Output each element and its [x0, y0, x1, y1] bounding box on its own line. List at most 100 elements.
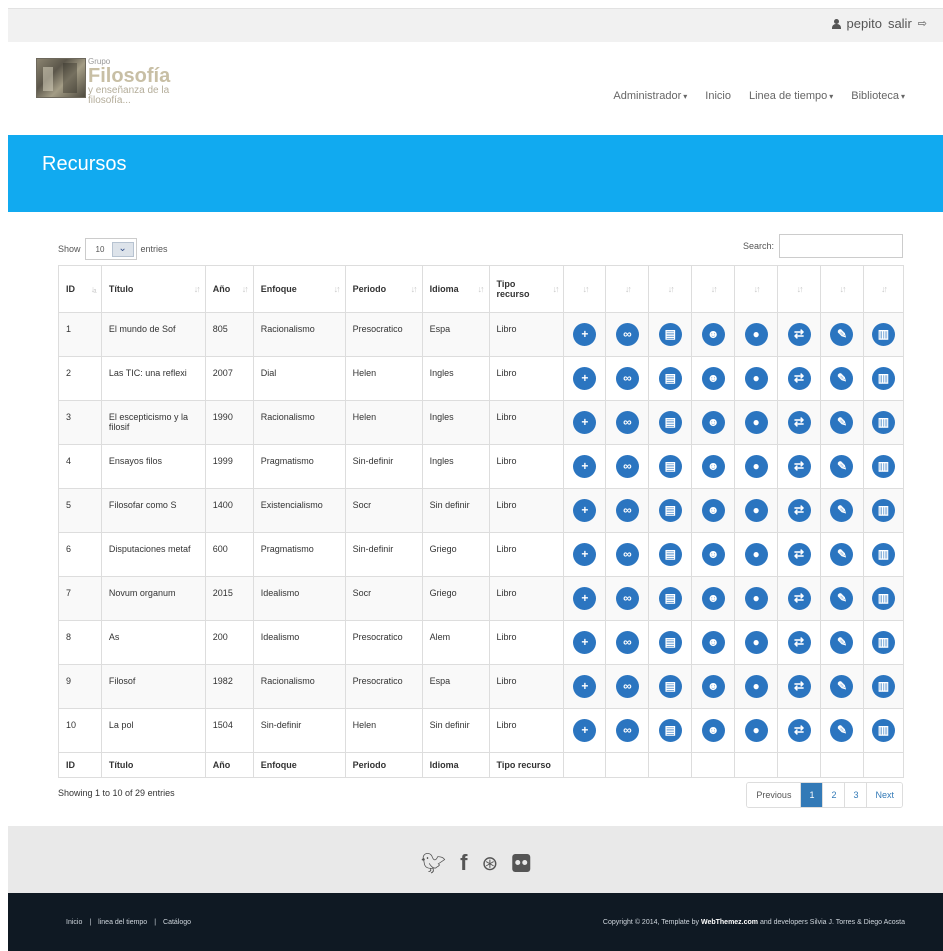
users-icon[interactable]: ☻ [701, 543, 725, 566]
column-header-enfoque[interactable]: Enfoque ↓↑ [252, 265, 346, 313]
book-icon[interactable]: ▤ [658, 323, 682, 346]
wrench-icon[interactable]: ✎ [830, 499, 854, 522]
exchange-icon[interactable]: ⇄ [787, 543, 811, 566]
users-icon[interactable]: ☻ [701, 411, 725, 434]
footer-link-linea[interactable]: linea del tiempo [98, 919, 147, 926]
page-3-button[interactable]: 3 [844, 783, 867, 807]
book-icon[interactable]: ▤ [658, 455, 682, 478]
book-icon[interactable]: ▤ [658, 587, 682, 610]
exchange-icon[interactable]: ⇄ [787, 367, 811, 390]
trash-icon[interactable]: ▥ [871, 675, 895, 698]
book-icon[interactable]: ▤ [658, 631, 682, 654]
plus-icon[interactable]: + [573, 499, 597, 522]
comment-icon[interactable]: ● [744, 631, 768, 654]
exchange-icon[interactable]: ⇄ [787, 631, 811, 654]
wrench-icon[interactable]: ✎ [830, 631, 854, 654]
exchange-icon[interactable]: ⇄ [787, 323, 811, 346]
users-icon[interactable]: ☻ [701, 631, 725, 654]
footer-link-catalogo[interactable]: Catálogo [163, 919, 191, 926]
exchange-icon[interactable]: ⇄ [787, 719, 811, 742]
users-icon[interactable]: ☻ [701, 587, 725, 610]
column-header-action-2[interactable]: ↓↑ [605, 265, 650, 313]
dribbble-icon[interactable]: ⊛ [481, 851, 498, 876]
trash-icon[interactable]: ▥ [871, 631, 895, 654]
twitter-icon[interactable]: 🐦︎ [421, 851, 446, 876]
column-header-action-4[interactable]: ↓↑ [691, 265, 736, 313]
trash-icon[interactable]: ▥ [871, 587, 895, 610]
link-icon[interactable]: ∞ [615, 455, 639, 478]
column-header-action-3[interactable]: ↓↑ [648, 265, 693, 313]
copyright-brand-link[interactable]: WebThemez.com [701, 919, 758, 926]
exchange-icon[interactable]: ⇄ [787, 587, 811, 610]
comment-icon[interactable]: ● [744, 367, 768, 390]
comment-icon[interactable]: ● [744, 455, 768, 478]
wrench-icon[interactable]: ✎ [830, 543, 854, 566]
previous-button[interactable]: Previous [747, 783, 801, 807]
plus-icon[interactable]: + [573, 543, 597, 566]
book-icon[interactable]: ▤ [658, 543, 682, 566]
comment-icon[interactable]: ● [744, 587, 768, 610]
wrench-icon[interactable]: ✎ [830, 455, 854, 478]
page-1-button[interactable]: 1 [800, 783, 823, 807]
comment-icon[interactable]: ● [744, 411, 768, 434]
facebook-icon[interactable]: f [460, 850, 467, 876]
column-header-action-5[interactable]: ↓↑ [734, 265, 779, 313]
users-icon[interactable]: ☻ [701, 455, 725, 478]
users-icon[interactable]: ☻ [701, 323, 725, 346]
column-header-id[interactable]: ID ↓₁ [58, 265, 102, 313]
comment-icon[interactable]: ● [744, 323, 768, 346]
plus-icon[interactable]: + [573, 367, 597, 390]
logout-icon[interactable]: ⇨ [918, 17, 927, 30]
link-icon[interactable]: ∞ [615, 719, 639, 742]
plus-icon[interactable]: + [573, 411, 597, 434]
wrench-icon[interactable]: ✎ [830, 367, 854, 390]
link-icon[interactable]: ∞ [615, 631, 639, 654]
comment-icon[interactable]: ● [744, 543, 768, 566]
nav-administrador[interactable]: Administrador ▾ [613, 90, 687, 102]
username-link[interactable]: pepito [847, 16, 882, 31]
comment-icon[interactable]: ● [744, 499, 768, 522]
column-header-titulo[interactable]: Título ↓↑ [100, 265, 206, 313]
logout-link[interactable]: salir [888, 16, 912, 31]
trash-icon[interactable]: ▥ [871, 323, 895, 346]
link-icon[interactable]: ∞ [615, 675, 639, 698]
link-icon[interactable]: ∞ [615, 323, 639, 346]
page-length-select[interactable]: 10 ⌄ [84, 238, 137, 260]
column-header-idioma[interactable]: Idioma ↓↑ [421, 265, 490, 313]
users-icon[interactable]: ☻ [701, 367, 725, 390]
plus-icon[interactable]: + [573, 631, 597, 654]
wrench-icon[interactable]: ✎ [830, 411, 854, 434]
site-logo[interactable]: Grupo Filosofía y enseñanza de la filoso… [36, 58, 170, 106]
wrench-icon[interactable]: ✎ [830, 587, 854, 610]
users-icon[interactable]: ☻ [701, 499, 725, 522]
link-icon[interactable]: ∞ [615, 411, 639, 434]
column-header-action-8[interactable]: ↓↑ [862, 265, 905, 313]
users-icon[interactable]: ☻ [701, 719, 725, 742]
book-icon[interactable]: ▤ [658, 719, 682, 742]
exchange-icon[interactable]: ⇄ [787, 411, 811, 434]
trash-icon[interactable]: ▥ [871, 499, 895, 522]
column-header-ano[interactable]: Año ↓↑ [204, 265, 254, 313]
search-input[interactable] [779, 234, 903, 258]
flickr-icon[interactable] [512, 854, 531, 872]
exchange-icon[interactable]: ⇄ [787, 675, 811, 698]
plus-icon[interactable]: + [573, 675, 597, 698]
book-icon[interactable]: ▤ [658, 499, 682, 522]
trash-icon[interactable]: ▥ [871, 367, 895, 390]
comment-icon[interactable]: ● [744, 719, 768, 742]
link-icon[interactable]: ∞ [615, 499, 639, 522]
link-icon[interactable]: ∞ [615, 587, 639, 610]
wrench-icon[interactable]: ✎ [830, 323, 854, 346]
plus-icon[interactable]: + [573, 323, 597, 346]
nav-biblioteca[interactable]: Biblioteca ▾ [851, 90, 905, 102]
users-icon[interactable]: ☻ [701, 675, 725, 698]
footer-link-inicio[interactable]: Inicio [66, 919, 82, 926]
plus-icon[interactable]: + [573, 719, 597, 742]
nav-linea-de-tiempo[interactable]: Linea de tiempo ▾ [749, 90, 833, 102]
link-icon[interactable]: ∞ [615, 543, 639, 566]
column-header-tipo[interactable]: Tipo recurso ↓↑ [488, 265, 565, 313]
wrench-icon[interactable]: ✎ [830, 719, 854, 742]
column-header-action-7[interactable]: ↓↑ [820, 265, 864, 313]
trash-icon[interactable]: ▥ [871, 455, 895, 478]
comment-icon[interactable]: ● [744, 675, 768, 698]
